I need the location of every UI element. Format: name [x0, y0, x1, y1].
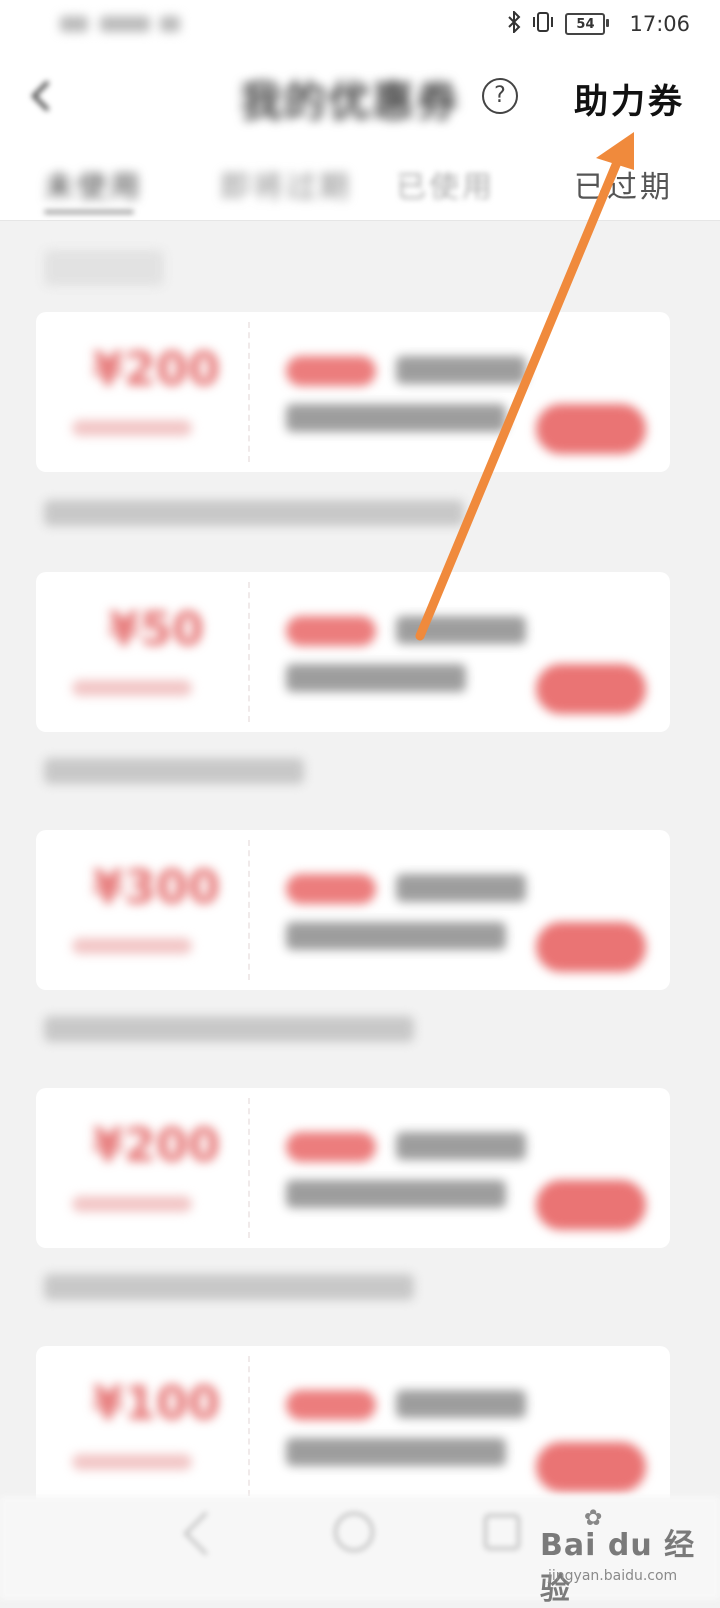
coupon-amount: ¥200 [91, 342, 221, 396]
watermark-brand: Bai du 经验 [540, 1528, 696, 1607]
vibrate-icon [531, 11, 555, 38]
battery-icon: 54 [565, 13, 610, 35]
use-coupon-button[interactable] [536, 1180, 646, 1230]
nav-home-icon[interactable] [334, 1512, 374, 1552]
page-header: 我的优惠券 ? 助力券 未使用 即将过期 已使用 已过期 [0, 48, 720, 221]
coupon-card[interactable]: ¥50 [36, 572, 670, 732]
card-divider [248, 1356, 250, 1496]
coupon-scope [286, 664, 466, 692]
baidu-jingyan-watermark: ✿ Bai du 经验 jingyan.baidu.com [540, 1506, 710, 1607]
card-divider [248, 322, 250, 462]
status-bar: 54 17:06 [0, 0, 720, 48]
tab-active-indicator [44, 210, 134, 214]
coupon-scope [286, 1438, 506, 1466]
back-arrow-icon[interactable] [26, 76, 56, 116]
coupon-card[interactable]: ¥200 [36, 1088, 670, 1248]
coupon-scope [286, 1180, 506, 1208]
coupon-tag [286, 616, 376, 646]
coupon-description [44, 1274, 414, 1300]
nav-recents-icon[interactable] [484, 1514, 520, 1550]
coupon-tag [286, 874, 376, 904]
coupon-condition [72, 938, 192, 954]
coupon-name [396, 1132, 526, 1160]
assist-coupon-link[interactable]: 助力券 [574, 74, 685, 123]
coupon-condition [72, 1454, 192, 1470]
signal-icon [60, 16, 88, 32]
coupon-amount: ¥50 [107, 602, 205, 656]
coupon-scope [286, 404, 506, 432]
coupon-name [396, 874, 526, 902]
use-coupon-button[interactable] [536, 1442, 646, 1492]
nav-back-icon[interactable] [183, 1511, 228, 1556]
coupon-condition [72, 1196, 192, 1212]
status-icons: 54 17:06 [507, 9, 690, 38]
coupon-amount: ¥200 [91, 1118, 221, 1172]
coupon-condition [72, 680, 192, 696]
card-divider [248, 1098, 250, 1238]
coupon-tag [286, 356, 376, 386]
coupon-description [44, 500, 464, 526]
coupon-card[interactable]: ¥100 [36, 1346, 670, 1506]
carrier-signal [60, 12, 190, 36]
watermark-url: jingyan.baidu.com [548, 1568, 678, 1584]
coupon-scope [286, 922, 506, 950]
coupon-description [44, 1016, 414, 1042]
bluetooth-icon [507, 9, 521, 38]
page-title: 我的优惠券 [240, 77, 461, 126]
wifi-icon [160, 16, 180, 32]
coupon-description [44, 758, 304, 784]
tab-used[interactable]: 已使用 [396, 162, 495, 206]
help-icon[interactable]: ? [482, 78, 518, 114]
use-coupon-button[interactable] [536, 922, 646, 972]
use-coupon-button[interactable] [536, 404, 646, 454]
use-coupon-button[interactable] [536, 664, 646, 714]
tab-expired[interactable]: 已过期 [574, 162, 673, 206]
card-divider [248, 582, 250, 722]
coupon-tag [286, 1132, 376, 1162]
tab-unused[interactable]: 未使用 [44, 162, 143, 206]
coupon-name [396, 1390, 526, 1418]
coupon-name [396, 356, 526, 384]
coupon-tag [286, 1390, 376, 1420]
coupon-amount: ¥100 [91, 1376, 221, 1430]
coupon-amount: ¥300 [91, 860, 221, 914]
coupon-name [396, 616, 526, 644]
status-time: 17:06 [629, 12, 690, 36]
coupon-condition [72, 420, 192, 436]
tab-expiring[interactable]: 即将过期 [220, 162, 352, 206]
network-info [100, 16, 150, 32]
filter-chip[interactable] [44, 250, 164, 286]
coupon-card[interactable]: ¥300 [36, 830, 670, 990]
card-divider [248, 840, 250, 980]
coupon-card[interactable]: ¥200 [36, 312, 670, 472]
